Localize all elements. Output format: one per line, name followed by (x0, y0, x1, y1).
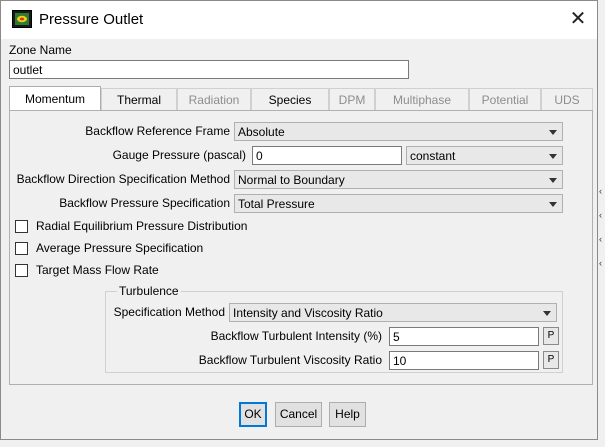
help-button[interactable]: Help (329, 402, 366, 427)
turbulent-intensity-input[interactable]: 5 (389, 327, 539, 346)
turbulent-viscosity-ratio-input[interactable]: 10 (389, 351, 539, 370)
turbulence-group-title: Turbulence (117, 284, 181, 298)
title-bar: Pressure Outlet ✕ (1, 1, 597, 39)
radial-equilibrium-label: Radial Equilibrium Pressure Distribution (36, 219, 248, 233)
backflow-pressure-label: Backflow Pressure Specification (59, 196, 230, 210)
chevron-down-icon (549, 130, 557, 135)
backflow-direction-label: Backflow Direction Specification Method (16, 172, 230, 186)
pressure-outlet-dialog: Pressure Outlet ✕ Zone Name outlet Momen… (0, 0, 598, 440)
chevron-down-icon (549, 202, 557, 207)
average-pressure-label: Average Pressure Specification (36, 241, 204, 255)
zone-name-label: Zone Name (9, 43, 72, 57)
turbulent-intensity-parameter-button[interactable]: P (543, 327, 559, 345)
average-pressure-checkbox[interactable] (15, 242, 28, 255)
tab-dpm[interactable]: DPM (329, 88, 375, 110)
radial-equilibrium-checkbox[interactable] (15, 220, 28, 233)
chevron-down-icon (549, 154, 557, 159)
specification-method-select[interactable]: Intensity and Viscosity Ratio (229, 303, 557, 322)
backflow-reference-frame-select[interactable]: Absolute (234, 122, 563, 141)
fluent-app-icon (12, 10, 32, 28)
turbulent-intensity-label: Backflow Turbulent Intensity (%) (210, 329, 382, 343)
backflow-pressure-select[interactable]: Total Pressure (234, 194, 563, 213)
tab-multiphase[interactable]: Multiphase (375, 88, 469, 110)
tab-species[interactable]: Species (251, 88, 329, 110)
tab-potential[interactable]: Potential (469, 88, 541, 110)
close-icon[interactable]: ✕ (563, 5, 593, 33)
tab-thermal[interactable]: Thermal (101, 88, 177, 110)
zone-name-input[interactable]: outlet (9, 60, 409, 79)
target-mass-flow-label: Target Mass Flow Rate (36, 263, 159, 277)
turbulent-viscosity-ratio-label: Backflow Turbulent Viscosity Ratio (198, 353, 382, 367)
tab-momentum[interactable]: Momentum (9, 86, 101, 110)
dialog-title: Pressure Outlet (39, 11, 144, 28)
tab-radiation[interactable]: Radiation (177, 88, 251, 110)
backflow-direction-select[interactable]: Normal to Boundary (234, 170, 563, 189)
chevron-down-icon (549, 178, 557, 183)
ok-button[interactable]: OK (239, 402, 267, 427)
gauge-pressure-label: Gauge Pressure (pascal) (112, 148, 246, 162)
gauge-pressure-method-select[interactable]: constant (406, 146, 563, 165)
tab-bar: Momentum Thermal Radiation Species DPM M… (9, 86, 593, 110)
specification-method-label: Specification Method (113, 305, 225, 319)
turbulent-viscosity-ratio-parameter-button[interactable]: P (543, 351, 559, 369)
chevron-down-icon (543, 311, 551, 316)
target-mass-flow-checkbox[interactable] (15, 264, 28, 277)
tab-uds[interactable]: UDS (541, 88, 593, 110)
gauge-pressure-input[interactable]: 0 (252, 146, 402, 165)
backflow-reference-frame-label: Backflow Reference Frame (85, 124, 230, 138)
cancel-button[interactable]: Cancel (275, 402, 322, 427)
